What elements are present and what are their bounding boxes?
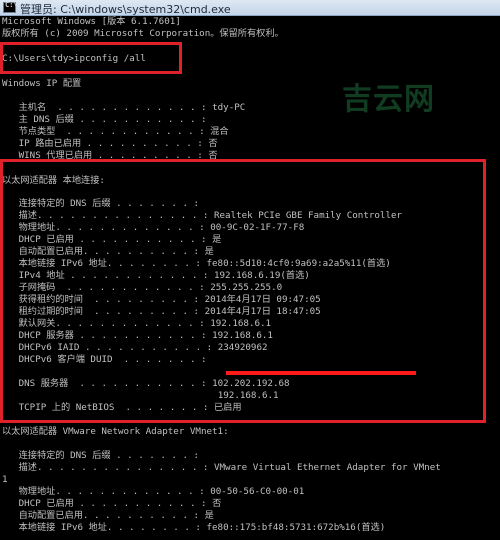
console-line: 描述. . . . . . . . . . . . . . . : VMware… [2,462,441,473]
local-adapter-highlight-box [0,159,486,423]
window-title: 管理员: C:\windows\system32\cmd.exe [20,3,231,16]
console-line: 本地链接 IPv6 地址. . . . . . . . : fe80::175:… [2,522,386,533]
console-line: Microsoft Windows [版本 6.1.7601] [2,16,181,27]
command-highlight-box [0,42,182,74]
console-line: 主 DNS 后缀 . . . . . . . . . . . : [2,114,207,125]
console-line: 1 [2,474,8,485]
console-line: 连接特定的 DNS 后缀 . . . . . . . : [2,450,200,461]
console-line: 版权所有 (c) 2009 Microsoft Corporation。保留所有… [2,28,284,39]
watermark-logo: 吉云网 [342,82,435,117]
console-icon-glyph: C:\ [5,1,18,9]
console-line: 主机名 . . . . . . . . . . . . . : tdy-PC [2,102,246,113]
console-line: 自动配置已启用. . . . . . . . . . : 是 [2,510,214,521]
console-line: Windows IP 配置 [2,78,82,89]
console-line: 节点类型 . . . . . . . . . . . . : 混合 [2,126,229,137]
cmd-window: C:\ 管理员: C:\windows\system32\cmd.exe Mic… [0,0,500,540]
console-line: DHCP 已启用 . . . . . . . . . . . : 否 [2,498,222,509]
console-line: 物理地址. . . . . . . . . . . . . : 00-50-56… [2,486,305,497]
console-line: IP 路由已启用 . . . . . . . . . . : 否 [2,138,218,149]
adapter-header-vmnet1: 以太网适配器 VMware Network Adapter VMnet1: [2,426,229,437]
console-icon: C:\ [3,1,18,13]
title-bar[interactable]: C:\ 管理员: C:\windows\system32\cmd.exe [0,0,500,16]
